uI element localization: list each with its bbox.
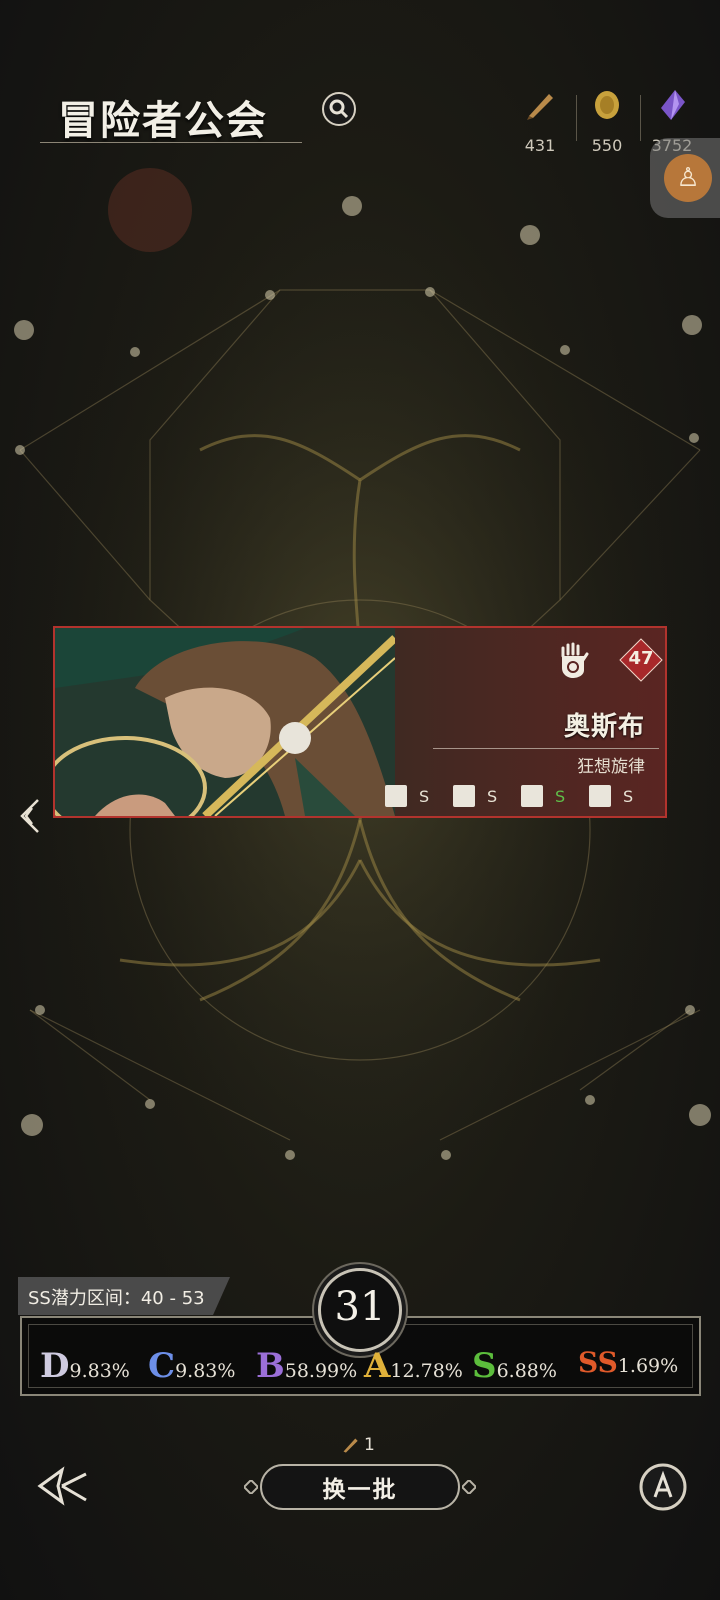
accessibility-float-button[interactable]: ♙ bbox=[650, 138, 720, 218]
stat-agility: S bbox=[521, 784, 565, 808]
search-icon bbox=[329, 99, 349, 119]
rate-s: S 6.88% bbox=[472, 1349, 557, 1383]
remaining-count: 31 bbox=[334, 1284, 386, 1330]
resource-quill-count: 431 bbox=[524, 136, 556, 155]
back-arrow-icon[interactable] bbox=[36, 1466, 92, 1506]
boot-icon bbox=[521, 785, 543, 807]
grade-pct-ss: 1.69% bbox=[617, 1355, 679, 1377]
hero-subtitle: 狂想旋律 bbox=[577, 757, 645, 777]
rate-b: B 58.99% bbox=[256, 1349, 357, 1383]
refresh-batch-button[interactable]: 换一批 bbox=[260, 1464, 460, 1510]
grade-pct-s: 6.88% bbox=[496, 1360, 557, 1382]
grade-letter-s: S bbox=[472, 1346, 497, 1386]
purple-crystal-icon bbox=[661, 90, 685, 120]
refresh-cost: 1 bbox=[340, 1435, 375, 1455]
name-divider bbox=[433, 748, 659, 749]
flame-hand-icon bbox=[589, 785, 611, 807]
stat-grade: S bbox=[487, 786, 498, 806]
rate-c: C 9.83% bbox=[148, 1349, 235, 1383]
rate-d: D 9.83% bbox=[40, 1349, 130, 1383]
ss-range-label: SS潜力区间：40 - 53 bbox=[28, 1288, 205, 1309]
auto-mode-icon[interactable] bbox=[638, 1462, 688, 1512]
swipe-left-arrow-icon[interactable] bbox=[18, 798, 42, 834]
resource-quill[interactable]: 431 bbox=[510, 88, 570, 155]
rate-ss: SS 1.69% bbox=[578, 1346, 679, 1379]
page-title: 冒险者公会 bbox=[58, 97, 268, 144]
grade-pct-b: 58.99% bbox=[284, 1360, 358, 1382]
resource-gold[interactable]: 550 bbox=[577, 88, 637, 155]
rate-a: A 12.78% bbox=[364, 1349, 463, 1383]
grade-letter-b: B bbox=[256, 1346, 285, 1386]
stat-grade: S bbox=[623, 786, 634, 806]
stat-grade: S bbox=[419, 786, 430, 806]
grade-letter-ss: SS bbox=[578, 1346, 618, 1379]
accessibility-person-icon: ♙ bbox=[664, 154, 712, 202]
stat-grade: S bbox=[555, 786, 566, 806]
grade-pct-c: 9.83% bbox=[175, 1360, 236, 1382]
title-underline bbox=[40, 142, 302, 143]
hero-portrait bbox=[55, 628, 395, 816]
diamond-ornament-icon bbox=[462, 1480, 476, 1494]
grade-letter-c: C bbox=[148, 1346, 176, 1386]
stat-strength: S bbox=[385, 784, 429, 808]
fist-icon bbox=[385, 785, 407, 807]
stat-magic: S bbox=[589, 784, 633, 808]
feather-quill-icon bbox=[343, 1438, 358, 1453]
resource-divider bbox=[640, 95, 641, 141]
hero-card[interactable]: 47 奥斯布 狂想旋律 S S S S bbox=[53, 626, 667, 818]
grade-letter-a: A bbox=[364, 1346, 391, 1386]
resource-gold-count: 550 bbox=[591, 136, 623, 155]
grade-pct-a: 12.78% bbox=[390, 1360, 463, 1382]
grade-letter-d: D bbox=[40, 1346, 70, 1386]
feather-quill-icon bbox=[527, 94, 553, 120]
header-title-block: 冒险者公会 bbox=[40, 80, 305, 150]
refresh-cost-value: 1 bbox=[364, 1435, 375, 1455]
grade-pct-d: 9.83% bbox=[69, 1360, 130, 1382]
hand-sigil-icon bbox=[561, 642, 589, 678]
search-button[interactable] bbox=[322, 92, 356, 126]
swirl-icon bbox=[453, 785, 475, 807]
hero-name: 奥斯布 bbox=[563, 712, 645, 742]
stat-spirit: S bbox=[453, 784, 497, 808]
gold-coin-icon bbox=[595, 91, 619, 119]
rank-number: 47 bbox=[628, 648, 654, 669]
diamond-ornament-icon bbox=[244, 1480, 258, 1494]
